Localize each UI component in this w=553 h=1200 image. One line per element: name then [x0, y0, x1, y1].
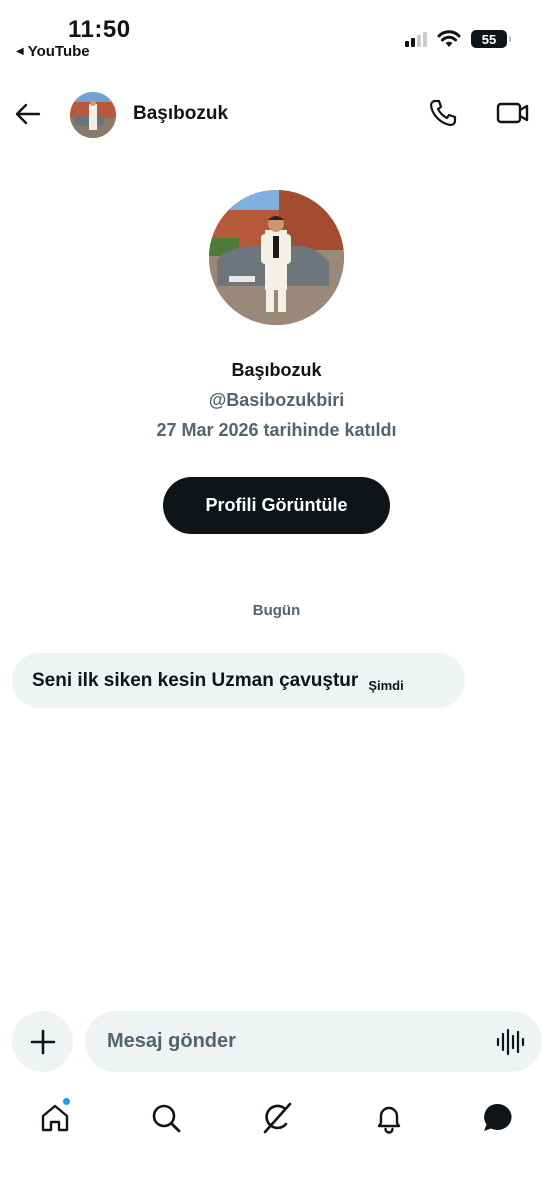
nav-messages[interactable] [480, 1100, 516, 1136]
back-triangle-icon: ◀ [16, 46, 24, 57]
profile-name: Başıbozuk [231, 360, 322, 380]
message-text: Seni ilk siken kesin Uzman çavuştur [32, 669, 359, 691]
cellular-signal-icon [405, 31, 427, 47]
bottom-navigation [0, 1090, 553, 1146]
profile-handle: @Basibozukbiri [208, 390, 345, 410]
message-composer [85, 1011, 542, 1072]
back-to-app-link[interactable]: ◀ YouTube [16, 43, 90, 60]
video-call-icon[interactable] [496, 98, 530, 128]
nav-search[interactable] [148, 1100, 184, 1136]
header-name[interactable]: Başıbozuk [133, 103, 228, 125]
status-bar: 11:50 ◀ YouTube 55 [0, 0, 553, 70]
nav-home[interactable] [37, 1097, 73, 1136]
conversation-header: Başıbozuk [0, 86, 553, 142]
avatar-photo [70, 92, 116, 138]
status-icons: 55 [405, 30, 511, 48]
messages-icon [484, 1103, 512, 1131]
phone-call-icon[interactable] [428, 98, 458, 128]
wifi-icon [437, 30, 461, 47]
profile-joined-date: 27 Mar 2026 tarihinde katıldı [156, 420, 397, 440]
message-timestamp: Şimdi [368, 678, 404, 693]
nav-grok[interactable] [259, 1100, 295, 1136]
view-profile-button[interactable]: Profili Görüntüle [163, 477, 390, 534]
battery-icon: 55 [471, 30, 511, 48]
day-separator: Bugün [252, 602, 301, 619]
add-attachment-button[interactable] [12, 1011, 73, 1072]
message-input[interactable] [107, 1011, 487, 1072]
grok-icon [263, 1102, 292, 1134]
nav-notifications[interactable] [371, 1100, 407, 1136]
home-notification-dot [62, 1097, 71, 1106]
back-arrow-icon[interactable] [14, 100, 42, 128]
profile-avatar[interactable] [209, 190, 344, 325]
message-bubble[interactable]: Seni ilk siken kesin Uzman çavuştur Şimd… [12, 653, 465, 708]
notifications-icon [377, 1106, 401, 1134]
header-avatar[interactable] [70, 92, 116, 138]
status-time: 11:50 [68, 16, 131, 43]
back-app-label: YouTube [27, 43, 90, 60]
profile-photo [209, 190, 344, 325]
search-icon [152, 1104, 181, 1133]
home-icon [41, 1104, 69, 1132]
voice-message-icon[interactable] [495, 1027, 525, 1057]
plus-icon [30, 1029, 55, 1054]
